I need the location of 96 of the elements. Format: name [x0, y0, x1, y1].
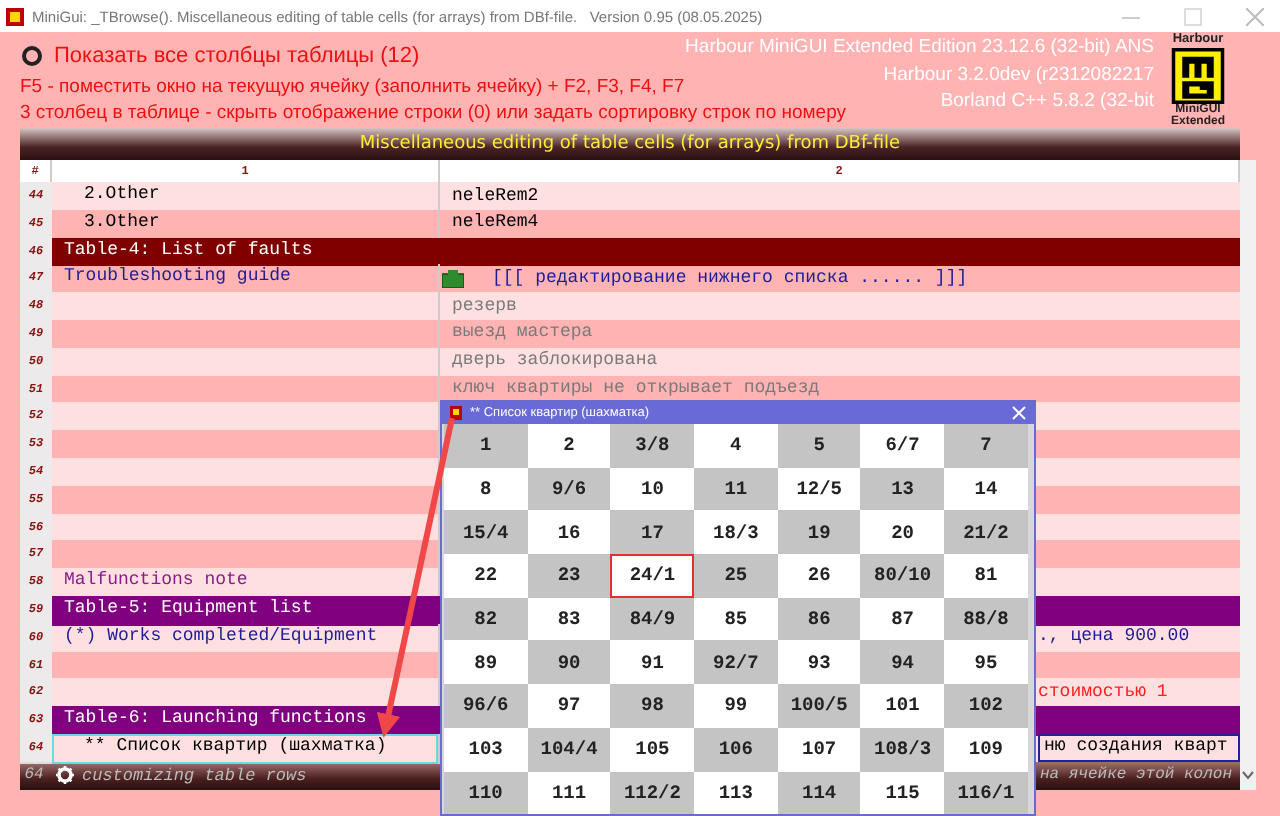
apartment-cell[interactable]: 109: [944, 727, 1028, 771]
apartment-cell[interactable]: 99: [694, 684, 778, 728]
apartment-cell[interactable]: 24/1: [610, 554, 695, 598]
apartment-cell[interactable]: 7: [944, 424, 1028, 468]
apartment-cell[interactable]: 13: [860, 467, 945, 511]
table-cell-text: neleRem4: [452, 210, 539, 237]
apartment-cell[interactable]: 25: [694, 554, 778, 598]
apartment-cell[interactable]: 15/4: [444, 510, 528, 555]
apartment-cell[interactable]: 89: [444, 640, 528, 685]
apartment-cell[interactable]: 93: [777, 640, 861, 685]
apartment-cell[interactable]: 107: [777, 727, 861, 771]
table-cell: Troubleshooting guide: [64, 266, 291, 287]
apartment-cell[interactable]: 88/8: [944, 597, 1028, 641]
footer-text: customizing table rows: [82, 765, 307, 786]
apartment-cell[interactable]: 113: [694, 771, 778, 815]
maximize-icon[interactable]: [1184, 7, 1202, 25]
apartment-cell[interactable]: 103: [444, 727, 528, 771]
apartment-cell[interactable]: 4: [694, 424, 778, 468]
apartment-cell[interactable]: 12/5: [777, 467, 861, 511]
gear-icon[interactable]: [56, 766, 74, 785]
apartment-cell[interactable]: 82: [444, 597, 528, 641]
apartment-cell[interactable]: 115: [860, 771, 945, 815]
radio-button[interactable]: [22, 46, 42, 66]
apartment-cell[interactable]: 8: [444, 467, 528, 511]
hint-text: F5 - поместить окно на текущую ячейку (заполнить ячейку) + F2, F3, F4, F7: [20, 74, 685, 100]
apartment-cell[interactable]: 23: [527, 554, 611, 598]
logo-icon: [1168, 48, 1228, 104]
apartment-cell[interactable]: 84/9: [610, 597, 695, 641]
group-row: Table-4: List of faults: [52, 237, 1240, 267]
apartment-cell[interactable]: 96/6: [444, 684, 528, 728]
apartment-cell[interactable]: 87: [860, 597, 945, 641]
table-cell: 3.Other: [84, 211, 160, 232]
apartment-cell[interactable]: 22: [444, 554, 528, 598]
app-icon: [6, 7, 24, 25]
build-info-text: Harbour MiniGUI Extended Edition 23.12.6 (32-bit) ANS: [685, 34, 1154, 61]
apartment-cell[interactable]: 21/2: [944, 510, 1028, 555]
table-title-bar: Miscellaneous editing of table cells (for arrays) from DBf-file: [20, 128, 1240, 160]
apartment-cell[interactable]: 116/1: [944, 771, 1028, 815]
table-cell-text: выезд мастера: [452, 320, 593, 347]
footer-text: на ячейке этой колон: [1039, 766, 1234, 785]
table-cell: Malfunctions note: [64, 570, 248, 591]
apartment-cell[interactable]: 80/10: [860, 554, 945, 598]
apartment-cell[interactable]: 3/8: [610, 424, 695, 468]
apartment-cell[interactable]: 83: [527, 597, 611, 641]
apartment-cell[interactable]: 2: [527, 424, 611, 468]
apartment-cell[interactable]: 98: [610, 684, 695, 728]
apartment-cell[interactable]: 105: [610, 727, 695, 771]
apartment-cell[interactable]: 108/3: [860, 727, 945, 771]
apartment-cell[interactable]: 10: [610, 467, 695, 511]
build-info-text: Borland C++ 5.8.2 (32-bit: [940, 88, 1154, 115]
build-info-text: Harbour 3.2.0dev (r2312082217: [883, 61, 1154, 88]
app-icon: [450, 406, 462, 420]
apartment-cell[interactable]: 5: [777, 424, 861, 468]
apartment-cell[interactable]: 104/4: [527, 727, 611, 771]
apartment-cell[interactable]: 110: [444, 771, 528, 815]
table-cell-text: ., цена 900.00: [1038, 624, 1190, 651]
apartment-cell[interactable]: 111: [527, 771, 611, 815]
apartment-cell[interactable]: 102: [944, 684, 1028, 728]
apartment-cell[interactable]: 6/7: [860, 424, 945, 468]
apartment-cell[interactable]: 106: [694, 727, 778, 771]
apartment-cell[interactable]: 16: [527, 510, 611, 555]
apartment-cell[interactable]: 112/2: [610, 771, 695, 815]
apartment-cell[interactable]: 86: [777, 597, 861, 641]
apartment-cell[interactable]: 85: [694, 597, 778, 641]
apartment-cell[interactable]: 94: [860, 640, 945, 685]
table-cell: (*) Works completed/Equipment: [64, 625, 378, 646]
apartment-cell[interactable]: 14: [944, 467, 1028, 511]
table-cell-text: стоимостью 1: [1038, 679, 1168, 706]
apartment-cell[interactable]: 95: [944, 640, 1028, 685]
hint-text: 3 столбец в таблице - скрыть отображение строки (0) или задать сортировку строк по номеру: [20, 100, 847, 126]
apartment-cell[interactable]: 97: [527, 684, 611, 728]
apartment-cell[interactable]: 91: [610, 640, 695, 685]
table-cell-text: дверь заблокирована: [452, 348, 658, 375]
apartment-cell[interactable]: 1: [444, 424, 528, 468]
apartment-cell[interactable]: 100/5: [777, 684, 861, 728]
apartment-cell[interactable]: 26: [777, 554, 861, 598]
apartment-cell[interactable]: 9/6: [527, 467, 611, 511]
apartment-cell[interactable]: 19: [777, 510, 861, 555]
row-count: 64: [22, 766, 46, 785]
table-cell-text: neleRem2: [452, 183, 539, 209]
apartment-cell[interactable]: 11: [694, 467, 778, 511]
apartment-cell[interactable]: 18/3: [694, 510, 778, 555]
table-cell: 2.Other: [84, 184, 160, 204]
apartment-cell[interactable]: 81: [944, 554, 1028, 598]
apartment-cell[interactable]: 90: [527, 640, 611, 685]
apartment-cell[interactable]: 92/7: [694, 640, 778, 685]
apartment-cell[interactable]: 101: [860, 684, 945, 728]
apartment-cell[interactable]: 17: [610, 510, 695, 555]
table-cell-text: [[[ редактирование нижнего списка ...... ]]]: [492, 265, 968, 292]
close-icon[interactable]: [1246, 7, 1264, 25]
apartment-cell[interactable]: 114: [777, 771, 861, 815]
table-cell-text: ключ квартиры не открывает подъезд: [452, 376, 820, 403]
edit-field[interactable]: ню создания кварт: [1038, 734, 1240, 763]
apartment-cell[interactable]: 20: [860, 510, 945, 555]
table-cell: ** Список квартир (шахматка): [84, 735, 387, 756]
table-cell-text: резерв: [452, 293, 517, 320]
